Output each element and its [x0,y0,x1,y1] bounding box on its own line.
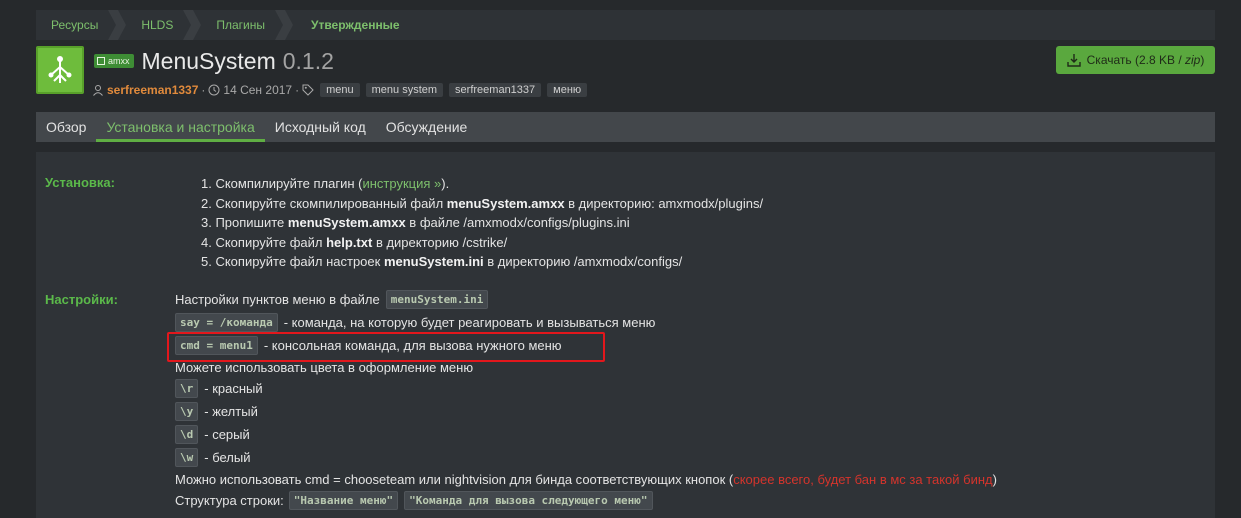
tag-serfreeman1337[interactable]: serfreeman1337 [449,83,542,97]
breadcrumb-item-plugins[interactable]: Плагины [201,10,293,40]
code-inline: menuSystem.ini [385,290,489,309]
download-label: Скачать (2.8 KB / zip) [1086,53,1205,67]
breadcrumb-item-approved[interactable]: Утвержденные [293,10,428,40]
author-link[interactable]: serfreeman1337 [107,83,198,97]
resource-version: 0.1.2 [282,47,334,74]
meta-separator: · [295,83,300,97]
user-icon [93,85,103,96]
tab-overview[interactable]: Обзор [36,112,96,142]
list-item: 2. Скопируйте скомпилированный файл menu… [201,195,764,211]
chevron-separator-icon [274,10,293,40]
settings-label: Настройки: [45,292,118,307]
resource-title-row: amxx MenuSystem 0.1.2 [94,46,334,76]
download-button[interactable]: Скачать (2.8 KB / zip) [1056,46,1215,74]
resource-title: MenuSystem [141,47,276,74]
download-icon [1066,54,1081,67]
clock-icon [208,84,220,96]
say-line: say = /команда - команда, на которую буде… [175,311,997,334]
breadcrumb-item-resources[interactable]: Ресурсы [36,10,127,40]
highlight-box [167,332,605,362]
breadcrumb-item-hlds[interactable]: HLDS [126,10,202,40]
code-inline: say = /команда [175,313,278,332]
tab-installation[interactable]: Установка и настройка [96,112,266,142]
settings-intro: Настройки пунктов меню в файле menuSystem… [175,288,997,311]
color-line: \y - желтый [175,400,997,423]
tags-icon [302,84,314,96]
list-item: 1. Скомпилируйте плагин (инструкция »). [201,176,450,191]
install-label: Установка: [45,175,115,190]
instruction-link[interactable]: инструкция » [362,176,441,191]
resource-meta: serfreeman1337 · 14 Сен 2017 · menu menu… [92,80,588,100]
code-inline: \y [175,402,199,421]
install-steps: 1. Скомпилируйте плагин (инструкция »). … [201,174,763,272]
tag-menu-ru[interactable]: меню [547,83,588,97]
breadcrumb: Ресурсы HLDS Плагины Утвержденные [36,10,1215,40]
code-inline: "Название меню" [288,491,399,510]
tab-discussion[interactable]: Обсуждение [376,112,478,142]
settings-content: Настройки пунктов меню в файле menuSystem… [175,288,997,512]
color-line: \w - белый [175,446,997,469]
list-item: 3. Пропишите menuSystem.amxx в файле /am… [201,215,630,230]
resource-date: 14 Сен 2017 [223,83,293,97]
bind-line: Можно использовать cmd = chooseteam или … [175,471,997,487]
meta-separator: · [201,83,206,97]
code-inline: \r [175,379,199,398]
chevron-separator-icon [108,10,127,40]
color-line: \d - серый [175,423,997,446]
code-inline: \d [175,425,199,444]
archive-icon [97,57,105,65]
tag-menu[interactable]: menu [320,83,360,97]
resource-tabs: Обзор Установка и настройка Исходный код… [36,112,1215,142]
code-inline: "Команда для вызова следующего меню" [404,491,653,510]
color-line: \r - красный [175,377,997,400]
code-inline: \w [175,448,199,467]
list-item: 5. Скопируйте файл настроек menuSystem.i… [201,254,683,269]
prefix-badge: amxx [94,54,134,68]
structure-line: Структура строки: "Название меню" "Команда… [175,489,997,512]
tab-source-code[interactable]: Исходный код [265,112,376,142]
resource-logo-icon [36,46,84,94]
tag-menu-system[interactable]: menu system [365,83,444,97]
chevron-separator-icon [183,10,202,40]
list-item: 4. Скопируйте файл help.txt в директорию… [201,234,508,250]
